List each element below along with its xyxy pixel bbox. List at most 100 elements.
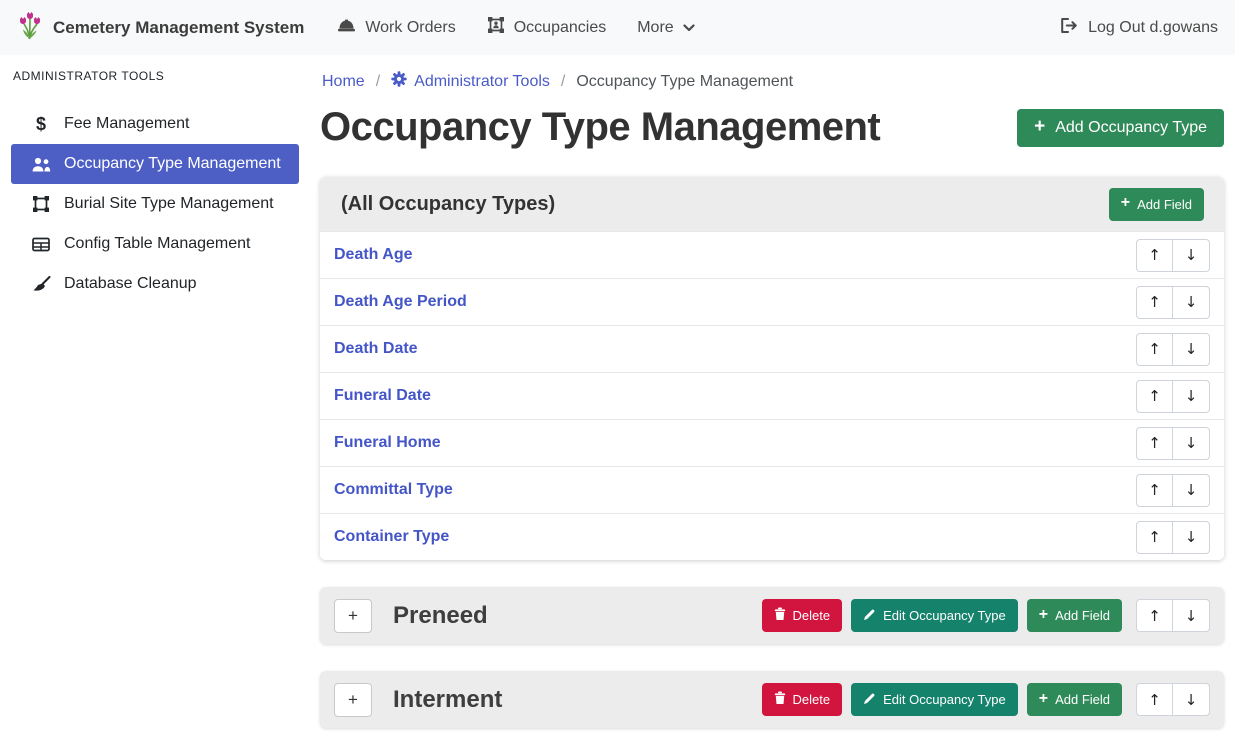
section-name: Preneed xyxy=(393,602,488,630)
nav-more-label: More xyxy=(637,19,673,37)
edit-occupancy-type-label: Edit Occupancy Type xyxy=(883,608,1006,623)
delete-label: Delete xyxy=(793,608,831,623)
field-link-funeral-home[interactable]: Funeral Home xyxy=(334,434,441,452)
add-occupancy-type-button[interactable]: + Add Occupancy Type xyxy=(1017,109,1224,147)
move-up-button[interactable]: ↑ xyxy=(1136,427,1173,460)
sidebar-heading: ADMINISTRATOR TOOLS xyxy=(11,64,299,83)
move-down-button[interactable]: ↓ xyxy=(1173,599,1210,632)
expand-button[interactable]: + xyxy=(334,599,372,633)
field-link-death-age-period[interactable]: Death Age Period xyxy=(334,293,467,311)
field-link-funeral-date[interactable]: Funeral Date xyxy=(334,387,431,405)
logout-link[interactable]: Log Out d.gowans xyxy=(1059,17,1218,39)
move-up-button[interactable]: ↑ xyxy=(1136,521,1173,554)
breadcrumb-separator: / xyxy=(376,73,380,91)
field-row: Funeral Home ↑ ↓ xyxy=(320,419,1224,466)
move-up-button[interactable]: ↑ xyxy=(1136,474,1173,507)
app-title: Cemetery Management System xyxy=(53,18,304,38)
reorder-controls: ↑ ↓ xyxy=(1136,239,1210,272)
move-up-button[interactable]: ↑ xyxy=(1136,599,1173,632)
breadcrumb: Home / Administrat xyxy=(320,71,1224,92)
move-up-button[interactable]: ↑ xyxy=(1136,683,1173,716)
nav-more[interactable]: More xyxy=(637,19,694,37)
all-occupancy-types-card: (All Occupancy Types) + Add Field Death … xyxy=(320,177,1224,560)
all-occupancy-types-title: (All Occupancy Types) xyxy=(341,193,555,216)
breadcrumb-administrator-tools[interactable]: Administrator Tools xyxy=(391,71,550,92)
top-navbar: Cemetery Management System Work Orders xyxy=(0,0,1235,55)
broom-icon xyxy=(29,276,53,292)
pencil-icon xyxy=(863,692,876,708)
move-down-button[interactable]: ↓ xyxy=(1173,286,1210,319)
nav-occupancies-label: Occupancies xyxy=(514,19,607,37)
breadcrumb-home-label: Home xyxy=(322,73,365,91)
breadcrumb-home[interactable]: Home xyxy=(322,73,365,91)
nav-work-orders-label: Work Orders xyxy=(365,19,455,37)
delete-button[interactable]: Delete xyxy=(762,599,843,632)
burial-plot-icon xyxy=(29,195,53,213)
section-actions: Delete Edit Occupancy Type + Add Field ↑ xyxy=(762,599,1210,632)
move-down-button[interactable]: ↓ xyxy=(1173,239,1210,272)
field-row: Container Type ↑ ↓ xyxy=(320,513,1224,560)
sidebar-item-label: Fee Management xyxy=(64,115,189,133)
add-field-button[interactable]: + Add Field xyxy=(1027,683,1122,716)
breadcrumb-separator: / xyxy=(561,73,565,91)
move-down-button[interactable]: ↓ xyxy=(1173,474,1210,507)
sidebar-item-occupancy-type-management[interactable]: Occupancy Type Management xyxy=(11,144,299,184)
move-down-button[interactable]: ↓ xyxy=(1173,521,1210,554)
sidebar-item-label: Config Table Management xyxy=(64,235,251,253)
gear-icon xyxy=(391,71,407,92)
plus-icon: + xyxy=(1121,195,1130,211)
reorder-controls: ↑ ↓ xyxy=(1136,474,1210,507)
add-field-label: Add Field xyxy=(1055,608,1110,623)
sidebar-list: $ Fee Management Occupancy Type Manageme… xyxy=(11,104,299,304)
add-field-label: Add Field xyxy=(1055,692,1110,707)
reorder-controls: ↑ ↓ xyxy=(1136,333,1210,366)
field-row: Death Age Period ↑ ↓ xyxy=(320,278,1224,325)
add-field-button[interactable]: + Add Field xyxy=(1109,188,1204,221)
tulip-logo-icon xyxy=(17,10,43,45)
move-down-button[interactable]: ↓ xyxy=(1173,683,1210,716)
delete-button[interactable]: Delete xyxy=(762,683,843,716)
move-up-button[interactable]: ↑ xyxy=(1136,239,1173,272)
move-down-button[interactable]: ↓ xyxy=(1173,427,1210,460)
sidebar-item-database-cleanup[interactable]: Database Cleanup xyxy=(11,264,299,304)
breadcrumb-current: Occupancy Type Management xyxy=(576,73,793,91)
field-row: Death Date ↑ ↓ xyxy=(320,325,1224,372)
move-down-button[interactable]: ↓ xyxy=(1173,380,1210,413)
edit-occupancy-type-button[interactable]: Edit Occupancy Type xyxy=(851,599,1018,632)
plus-icon: + xyxy=(1039,691,1048,707)
sidebar-item-config-table-management[interactable]: Config Table Management xyxy=(11,224,299,264)
logout-icon xyxy=(1059,17,1079,39)
sidebar-item-burial-site-type-management[interactable]: Burial Site Type Management xyxy=(11,184,299,224)
move-up-button[interactable]: ↑ xyxy=(1136,380,1173,413)
dollar-icon: $ xyxy=(29,114,53,135)
nav-occupancies[interactable]: Occupancies xyxy=(487,16,607,39)
move-up-button[interactable]: ↑ xyxy=(1136,286,1173,319)
add-occupancy-type-label: Add Occupancy Type xyxy=(1055,119,1207,137)
delete-label: Delete xyxy=(793,692,831,707)
plus-icon: + xyxy=(1039,607,1048,623)
field-link-death-age[interactable]: Death Age xyxy=(334,246,413,264)
add-field-button[interactable]: + Add Field xyxy=(1027,599,1122,632)
page-title: Occupancy Type Management xyxy=(320,105,880,150)
sidebar-item-fee-management[interactable]: $ Fee Management xyxy=(11,104,299,144)
field-link-death-date[interactable]: Death Date xyxy=(334,340,418,358)
sidebar-item-label: Burial Site Type Management xyxy=(64,195,274,213)
logout-label: Log Out d.gowans xyxy=(1088,19,1218,37)
edit-occupancy-type-button[interactable]: Edit Occupancy Type xyxy=(851,683,1018,716)
occupancy-type-section-interment: + Interment Delete xyxy=(320,671,1224,728)
expand-button[interactable]: + xyxy=(334,683,372,717)
users-icon xyxy=(29,157,53,172)
app-brand[interactable]: Cemetery Management System xyxy=(17,10,304,45)
all-occupancy-types-header: (All Occupancy Types) + Add Field xyxy=(320,177,1224,231)
chevron-down-icon xyxy=(683,19,695,37)
hard-hat-icon xyxy=(337,18,356,38)
burial-plot-icon xyxy=(487,16,505,39)
table-icon xyxy=(29,237,53,252)
move-up-button[interactable]: ↑ xyxy=(1136,333,1173,366)
navbar-links: Work Orders Occupancies M xyxy=(337,16,694,39)
reorder-controls: ↑ ↓ xyxy=(1136,683,1210,716)
nav-work-orders[interactable]: Work Orders xyxy=(337,18,455,38)
field-link-container-type[interactable]: Container Type xyxy=(334,528,449,546)
move-down-button[interactable]: ↓ xyxy=(1173,333,1210,366)
field-link-committal-type[interactable]: Committal Type xyxy=(334,481,453,499)
